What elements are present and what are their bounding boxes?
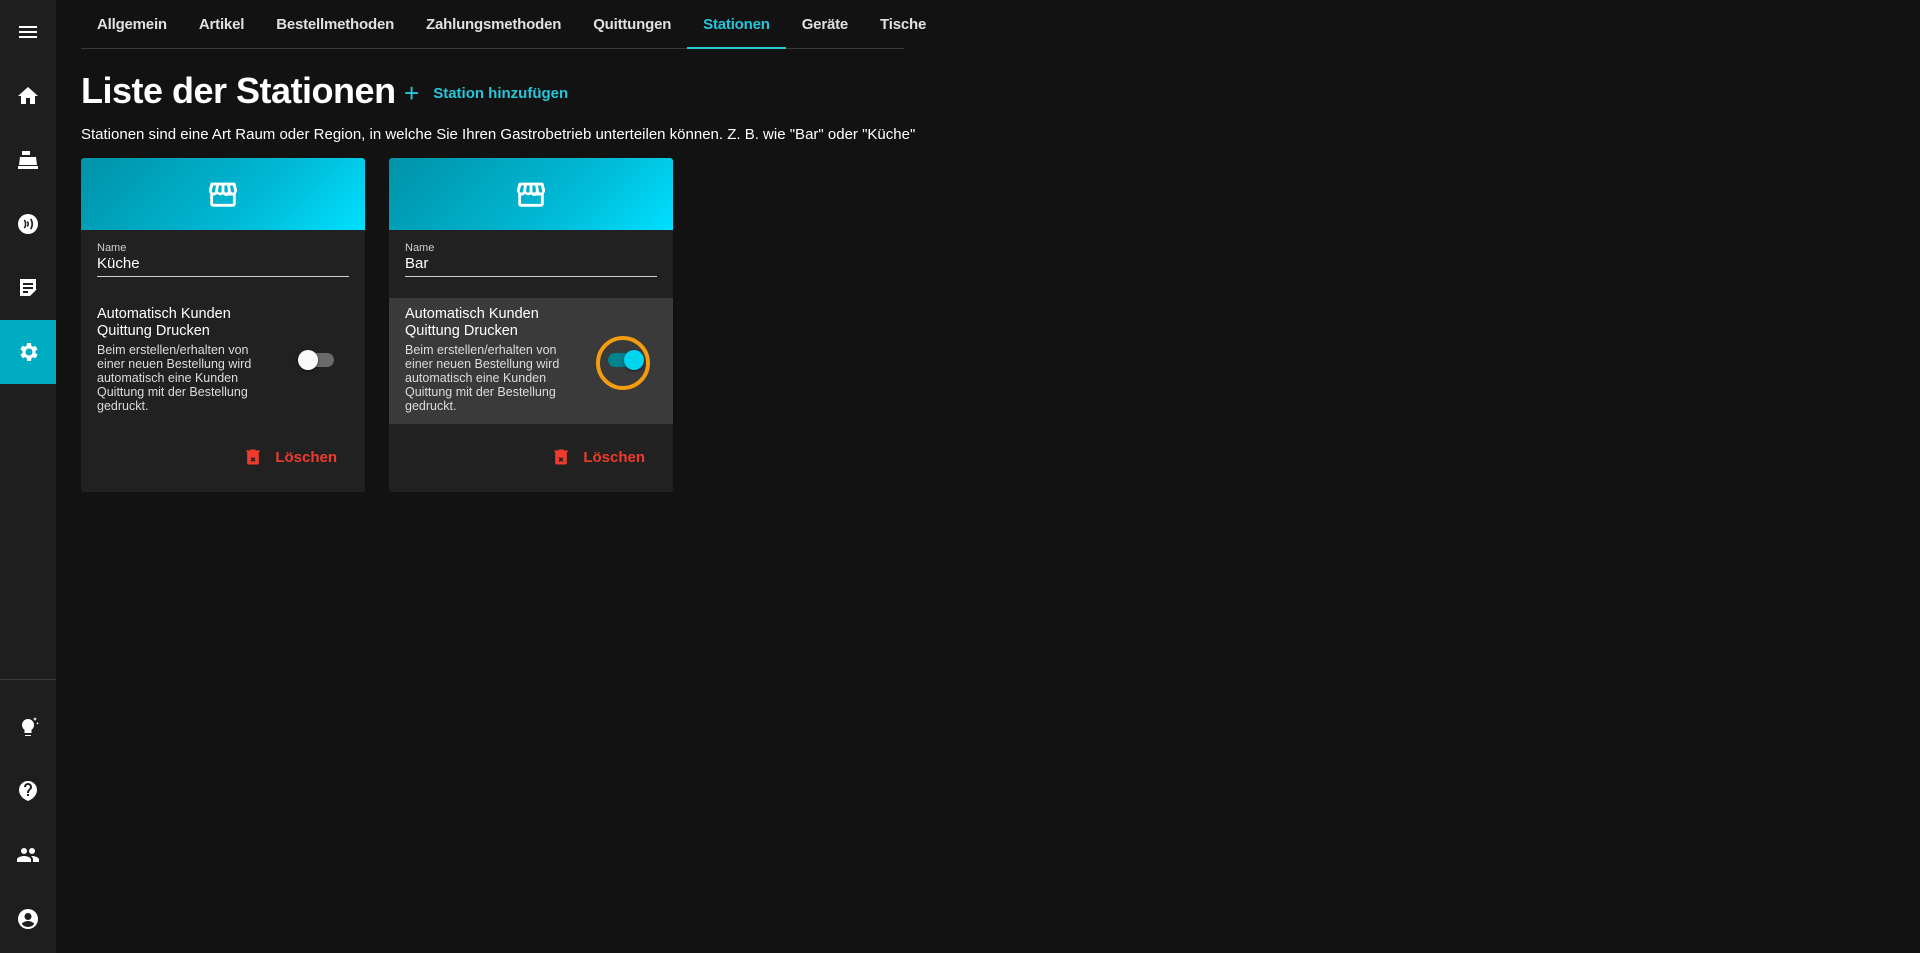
station-name-value: Küche (97, 255, 140, 272)
station-card-header (81, 158, 365, 230)
users-icon (17, 848, 39, 862)
station-name-value: Bar (405, 255, 429, 272)
tab-bestellmethoden[interactable]: Bestellmethoden (260, 0, 410, 48)
station-name-label: Name (405, 242, 435, 254)
add-station-label: Station hinzufügen (433, 84, 569, 102)
toggle-knob (624, 350, 644, 370)
nav-cash-register[interactable] (0, 128, 56, 192)
auto-print-title: Automatisch Kunden Quittung Drucken (405, 306, 539, 339)
orders-icon (20, 279, 37, 296)
page-description: Stationen sind eine Art Raum oder Region… (81, 126, 916, 143)
auto-print-setting: Automatisch Kunden Quittung Drucken Beim… (81, 298, 365, 424)
station-card: Name Küche Automatisch Kunden Quittung D… (81, 158, 365, 492)
tab-allgemein[interactable]: Allgemein (81, 0, 183, 48)
nav-orders[interactable] (0, 256, 56, 320)
account-icon (18, 909, 38, 929)
nav-home[interactable] (0, 64, 56, 128)
delete-label: Löschen (275, 448, 337, 466)
store-icon (208, 182, 238, 207)
delete-label: Löschen (583, 448, 645, 466)
station-card: Name Bar Automatisch Kunden Quittung Dru… (389, 158, 673, 492)
nav-settings[interactable] (0, 320, 56, 384)
delete-station-button[interactable]: Löschen (243, 447, 337, 467)
trash-icon (554, 449, 568, 465)
nav-nfc[interactable] (0, 192, 56, 256)
tab-geraete[interactable]: Geräte (786, 0, 864, 48)
tab-zahlungsmethoden[interactable]: Zahlungsmethoden (410, 0, 577, 48)
auto-print-toggle[interactable] (608, 350, 644, 370)
auto-print-description: Beim erstellen/erhalten von einer neuen … (405, 343, 560, 413)
page-title: Liste der Stationen (81, 70, 396, 111)
tab-tische[interactable]: Tische (864, 0, 942, 48)
auto-print-description: Beim erstellen/erhalten von einer neuen … (97, 343, 252, 413)
station-card-header (389, 158, 673, 230)
toggle-knob (298, 350, 318, 370)
tab-stationen[interactable]: Stationen (687, 0, 786, 49)
trash-icon (246, 449, 260, 465)
store-icon (516, 182, 546, 207)
lightbulb-icon (21, 717, 39, 736)
cash-register-icon (18, 151, 38, 169)
menu-button[interactable] (0, 0, 56, 64)
tab-artikel[interactable]: Artikel (183, 0, 260, 48)
sidebar-divider (0, 679, 56, 680)
tab-quittungen[interactable]: Quittungen (577, 0, 687, 48)
delete-station-button[interactable]: Löschen (551, 447, 645, 467)
plus-icon: + (404, 78, 420, 108)
add-station-button[interactable]: + Station hinzufügen (404, 78, 568, 108)
nav-ideas[interactable] (0, 695, 56, 759)
menu-icon (19, 26, 37, 38)
help-icon (19, 781, 37, 801)
auto-print-toggle[interactable] (298, 350, 334, 370)
auto-print-title: Automatisch Kunden Quittung Drucken (97, 306, 231, 339)
station-name-field[interactable]: Name Bar (405, 242, 657, 277)
settings-icon (20, 343, 38, 361)
nfc-icon (18, 214, 38, 234)
station-name-label: Name (97, 242, 127, 254)
home-icon (18, 87, 38, 104)
nav-users[interactable] (0, 823, 56, 887)
nav-account[interactable] (0, 887, 56, 951)
sidebar (0, 0, 56, 953)
station-name-field[interactable]: Name Küche (97, 242, 349, 277)
settings-tabs: Allgemein Artikel Bestellmethoden Zahlun… (81, 0, 926, 49)
auto-print-setting: Automatisch Kunden Quittung Drucken Beim… (389, 298, 673, 424)
nav-help[interactable] (0, 759, 56, 823)
